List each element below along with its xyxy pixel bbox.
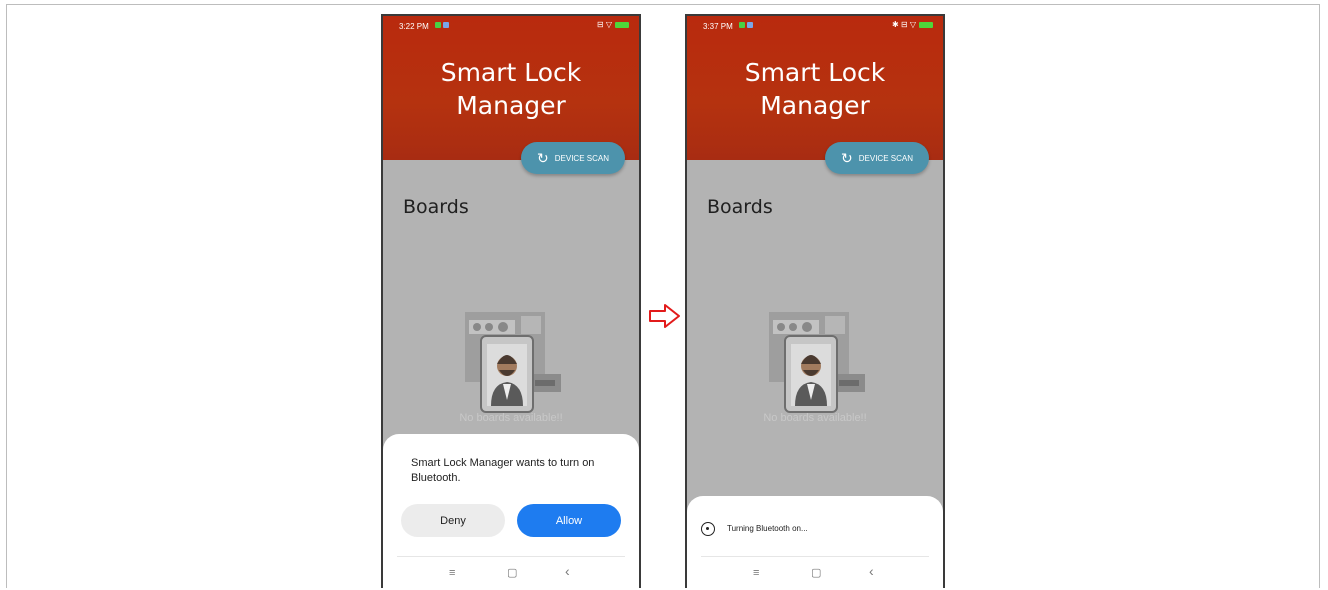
status-bar: 3:22 PM ⊟ ▽ bbox=[383, 16, 639, 36]
nav-bar: ≡ ▢ ‹ bbox=[687, 560, 943, 588]
refresh-icon: ↻ bbox=[841, 150, 853, 166]
signal-icons: ⊟ ▽ bbox=[596, 20, 612, 29]
menu-icon[interactable]: ≡ bbox=[753, 566, 759, 580]
section-title: Boards bbox=[707, 196, 773, 218]
device-scan-button[interactable]: ↻ DEVICE SCAN bbox=[825, 142, 929, 174]
notification-icon bbox=[443, 22, 449, 28]
loading-spinner-icon bbox=[701, 522, 715, 536]
section-title: Boards bbox=[403, 196, 469, 218]
progress-message: Turning Bluetooth on... bbox=[727, 524, 808, 533]
back-icon[interactable]: ‹ bbox=[869, 564, 874, 578]
status-icons: ✱ ⊟ ▽ bbox=[892, 21, 933, 29]
device-scan-label: DEVICE SCAN bbox=[858, 153, 913, 163]
allow-button[interactable]: Allow bbox=[517, 504, 621, 537]
status-bar: 3:37 PM ✱ ⊟ ▽ bbox=[687, 16, 943, 36]
no-boards-illustration-icon bbox=[769, 312, 865, 413]
notification-icon bbox=[747, 22, 753, 28]
phone-screen-permission: 3:22 PM ⊟ ▽ Smart Lock Manager ↻ DEVICE … bbox=[381, 14, 641, 588]
app-header: 3:37 PM ✱ ⊟ ▽ Smart Lock Manager bbox=[687, 16, 943, 160]
home-icon[interactable]: ▢ bbox=[811, 566, 821, 580]
signal-icons: ✱ ⊟ ▽ bbox=[891, 20, 916, 29]
battery-icon bbox=[615, 22, 629, 28]
dialog-message: Smart Lock Manager wants to turn on Blue… bbox=[411, 457, 595, 484]
home-icon[interactable]: ▢ bbox=[507, 566, 517, 580]
battery-icon bbox=[919, 22, 933, 28]
transition-arrow-icon bbox=[649, 304, 680, 328]
refresh-icon: ↻ bbox=[537, 150, 549, 166]
no-boards-illustration-icon bbox=[465, 312, 561, 413]
empty-state-text: No boards available!! bbox=[763, 412, 867, 424]
divider bbox=[397, 556, 625, 557]
status-time: 3:37 PM bbox=[703, 22, 733, 31]
notification-icon bbox=[435, 22, 441, 28]
app-title: Smart Lock Manager bbox=[440, 58, 582, 120]
notification-icon bbox=[739, 22, 745, 28]
device-scan-button[interactable]: ↻ DEVICE SCAN bbox=[521, 142, 625, 174]
phone-screen-progress: 3:37 PM ✱ ⊟ ▽ Smart Lock Manager ↻ DEVIC… bbox=[685, 14, 945, 588]
figure-frame bbox=[6, 4, 1320, 588]
divider bbox=[701, 556, 929, 557]
device-scan-label: DEVICE SCAN bbox=[554, 153, 609, 163]
status-time: 3:22 PM bbox=[399, 22, 429, 31]
status-icons: ⊟ ▽ bbox=[597, 21, 629, 29]
bluetooth-permission-dialog: Smart Lock Manager wants to turn on Blue… bbox=[383, 434, 639, 588]
bluetooth-progress-dialog: Turning Bluetooth on... ≡ ▢ ‹ bbox=[687, 496, 943, 588]
deny-button[interactable]: Deny bbox=[401, 504, 505, 537]
empty-state-text: No boards available!! bbox=[459, 412, 563, 424]
menu-icon[interactable]: ≡ bbox=[449, 566, 455, 580]
back-icon[interactable]: ‹ bbox=[565, 564, 570, 578]
app-header: 3:22 PM ⊟ ▽ Smart Lock Manager bbox=[383, 16, 639, 160]
app-title: Smart Lock Manager bbox=[744, 58, 886, 120]
nav-bar: ≡ ▢ ‹ bbox=[383, 560, 639, 588]
